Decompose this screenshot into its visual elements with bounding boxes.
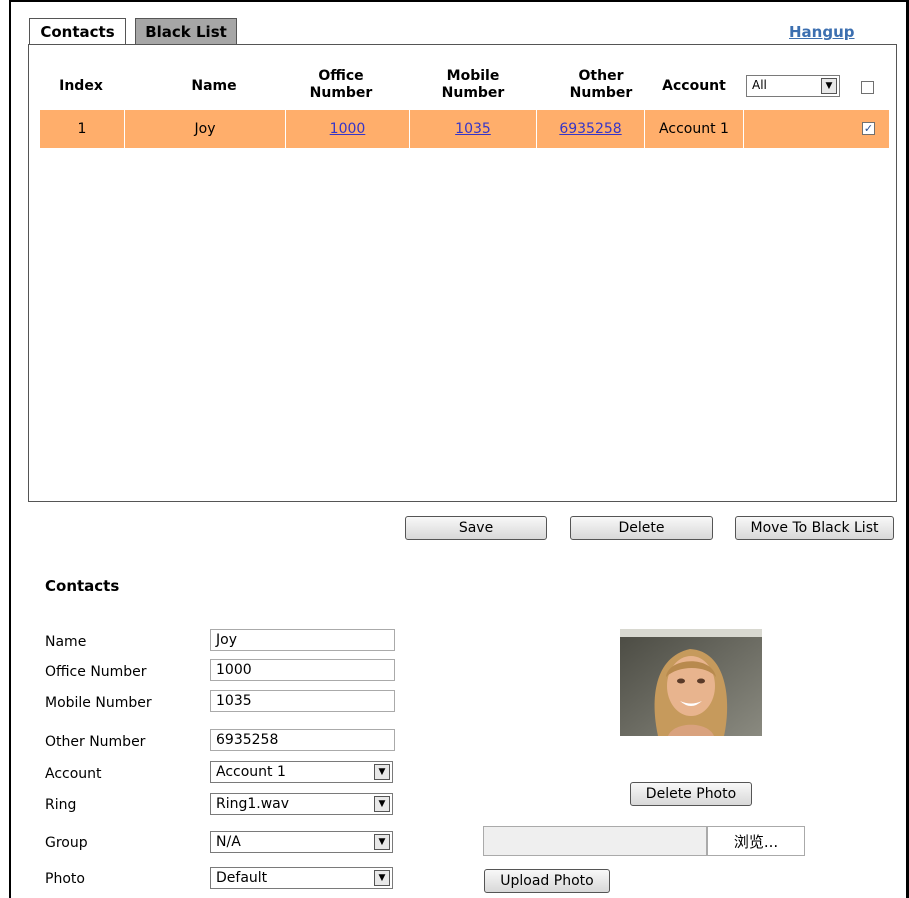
column-header-other-line1: Other: [578, 68, 624, 84]
column-header-account: Account: [662, 78, 726, 94]
column-header-office-number: Office Number: [291, 68, 391, 102]
hangup-link[interactable]: Hangup: [789, 23, 855, 41]
name-field[interactable]: Joy: [210, 629, 395, 651]
ring-label: Ring: [45, 797, 77, 813]
office-number-field[interactable]: 1000: [210, 659, 395, 681]
frame-top-border: [9, 0, 909, 2]
ring-select-value: Ring1.wav: [216, 796, 290, 812]
name-label: Name: [45, 634, 87, 650]
photo-select-value: Default: [216, 870, 268, 886]
ring-select[interactable]: Ring1.wav ▼: [210, 793, 393, 815]
photo-label: Photo: [45, 871, 85, 887]
photo-file-path-input[interactable]: [483, 826, 707, 856]
row-checkbox[interactable]: ✓: [862, 122, 875, 135]
column-divider: [743, 110, 744, 148]
upload-photo-button[interactable]: Upload Photo: [484, 869, 610, 893]
contact-photo: [620, 629, 762, 736]
group-select-value: N/A: [216, 834, 241, 850]
office-number-label: Office Number: [45, 664, 147, 680]
row-name: Joy: [194, 121, 216, 137]
save-button[interactable]: Save: [405, 516, 547, 540]
select-all-checkbox[interactable]: [861, 81, 874, 94]
delete-button[interactable]: Delete: [570, 516, 713, 540]
account-filter-select[interactable]: All ▼: [746, 75, 840, 97]
table-row[interactable]: 1 Joy 1000 1035 6935258 Account 1 ✓: [40, 110, 889, 148]
delete-photo-button[interactable]: Delete Photo: [630, 782, 752, 806]
mobile-number-field[interactable]: 1035: [210, 690, 395, 712]
contacts-section-title: Contacts: [45, 577, 120, 595]
column-header-name: Name: [191, 78, 237, 94]
browse-button[interactable]: 浏览...: [707, 826, 805, 856]
office-number-link[interactable]: 1000: [330, 121, 366, 137]
row-other-cell: 6935258: [537, 110, 644, 148]
column-header-mobile-line2: Number: [441, 85, 505, 101]
row-mobile-cell: 1035: [410, 110, 536, 148]
row-account: Account 1: [659, 121, 729, 137]
column-header-index: Index: [59, 78, 103, 94]
group-select[interactable]: N/A ▼: [210, 831, 393, 853]
mobile-number-label: Mobile Number: [45, 695, 152, 711]
column-header-other-line2: Number: [569, 85, 633, 101]
chevron-down-icon[interactable]: ▼: [374, 796, 390, 812]
chevron-down-icon[interactable]: ▼: [374, 870, 390, 886]
other-number-field[interactable]: 6935258: [210, 729, 395, 751]
account-filter-value: All: [752, 78, 767, 92]
mobile-number-link[interactable]: 1035: [455, 121, 491, 137]
group-label: Group: [45, 835, 88, 851]
move-to-black-list-button[interactable]: Move To Black List: [735, 516, 894, 540]
column-header-mobile-line1: Mobile: [446, 68, 500, 84]
column-header-other-number: Other Number: [551, 68, 651, 102]
frame-left-border: [9, 0, 11, 898]
account-select[interactable]: Account 1 ▼: [210, 761, 393, 783]
column-header-office-line1: Office: [318, 68, 364, 84]
tab-black-list[interactable]: Black List: [135, 18, 237, 45]
other-number-label: Other Number: [45, 734, 146, 750]
other-number-link[interactable]: 6935258: [559, 121, 621, 137]
chevron-down-icon[interactable]: ▼: [374, 834, 390, 850]
column-header-office-line2: Number: [309, 85, 373, 101]
tab-contacts[interactable]: Contacts: [29, 18, 126, 45]
row-index: 1: [77, 121, 87, 137]
chevron-down-icon[interactable]: ▼: [374, 764, 390, 780]
account-label: Account: [45, 766, 102, 782]
photo-select[interactable]: Default ▼: [210, 867, 393, 889]
contact-photo-image: [620, 629, 762, 736]
chevron-down-icon[interactable]: ▼: [821, 78, 837, 94]
contacts-list-panel: Index Name Office Number Mobile Number O…: [28, 44, 897, 502]
row-office-cell: 1000: [286, 110, 409, 148]
account-select-value: Account 1: [216, 764, 286, 780]
column-header-mobile-number: Mobile Number: [423, 68, 523, 102]
